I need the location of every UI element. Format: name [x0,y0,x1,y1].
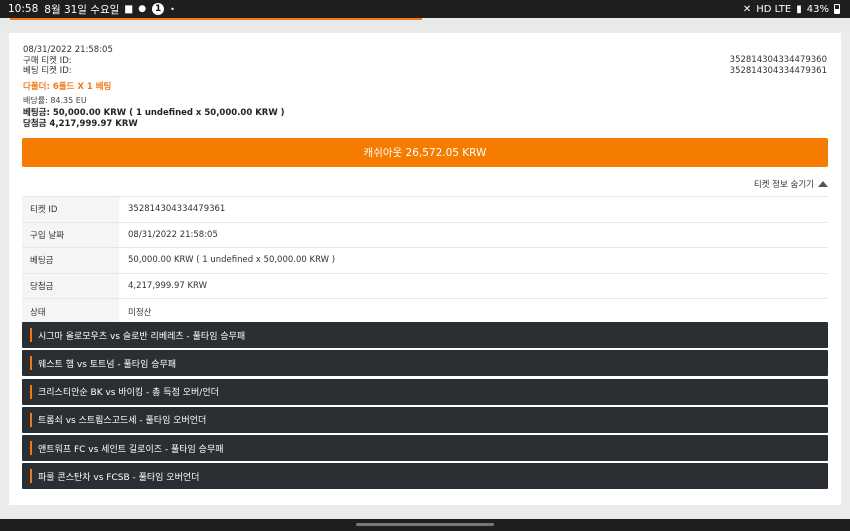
bet-id-label: 베팅 티켓 ID: [23,66,72,76]
table-row: 베팅금 50,000.00 KRW ( 1 undefined x 50,000… [22,247,828,273]
home-gesture-handle[interactable] [356,523,494,526]
cashout-button[interactable]: 캐쉬아웃 26,572.05 KRW [22,138,828,167]
notification-badge: 1 [152,3,165,15]
table-row: 티켓 ID 352814304334479361 [22,196,828,222]
match-accent [30,441,32,456]
more-notifications-icon: • [170,4,175,14]
clock: 10:58 [8,3,39,15]
chat-icon: ● [138,4,147,14]
purchase-id-value: 352814304334479360 [729,55,827,65]
table-row: 상태 미정산 [22,298,828,324]
mute-icon: ✕ [742,3,752,15]
detail-value: 4,217,999.97 KRW [119,272,828,299]
battery-icon [834,4,840,14]
match-list: 시그마 올로모우츠 vs 슬로반 리베레츠 - 풀타임 승무패 웨스트 햄 vs… [22,322,828,492]
ticket-meta: 08/31/2022 21:58:05 구매 티켓 ID: 베팅 티켓 ID: [23,45,113,77]
match-accent [30,412,32,427]
status-bar: 10:58 8월 31일 수요일 ▆ ● 1 • ✕ HD LTE ▮ 43% [0,0,850,18]
match-label: 웨스트 햄 vs 토트넘 - 풀타임 승무패 [38,359,177,370]
detail-value: 352814304334479361 [119,196,828,222]
combo-type: 다폴더: 6폴드 X 1 베팅 [23,82,112,92]
detail-key: 티켓 ID [22,196,119,222]
accent-bar [10,18,422,20]
match-label: 시그마 올로모우츠 vs 슬로반 리베레츠 - 풀타임 승무패 [38,331,246,342]
match-item[interactable]: 시그마 올로모우츠 vs 슬로반 리베레츠 - 풀타임 승무패 [22,322,828,348]
match-item[interactable]: 앤트워프 FC vs 세인트 길로이즈 - 풀타임 승무패 [22,435,828,462]
match-label: 파룰 콘스탄차 vs FCSB - 풀타임 오버언더 [38,472,200,483]
date: 8월 31일 수요일 [44,3,120,16]
match-item[interactable]: 파룰 콘스탄차 vs FCSB - 풀타임 오버언더 [22,463,828,490]
message-icon: ▆ [125,4,133,14]
network-indicator: HD LTE [756,3,792,15]
match-accent [30,328,32,342]
previous-card-edge [0,18,850,32]
hide-ticket-info-label: 티켓 정보 숨기기 [753,180,814,190]
match-accent [30,384,32,399]
purchase-id-label: 구매 티켓 ID: [23,55,72,66]
table-row: 구입 날짜 08/31/2022 21:58:05 [22,221,828,248]
detail-key: 상태 [22,298,119,324]
ticket-datetime: 08/31/2022 21:58:05 [23,45,113,55]
detail-key: 베팅금 [22,247,119,273]
match-label: 트롬쇠 vs 스트룀스고드세 - 풀타임 오버언더 [38,416,207,427]
match-label: 크리스티안순 BK vs 바이킹 - 총 득점 오버/언더 [38,388,219,399]
battery-level: 43% [806,3,829,15]
ticket-ids: 352814304334479360 352814304334479361 [730,55,827,76]
ticket-amounts: 베팅금: 50,000.00 KRW ( 1 undefined x 50,00… [23,108,285,129]
ticket-card: 08/31/2022 21:58:05 구매 티켓 ID: 베팅 티켓 ID: … [9,33,841,505]
match-item[interactable]: 크리스티안순 BK vs 바이킹 - 총 득점 오버/언더 [22,378,828,405]
chevron-up-icon [818,181,828,187]
match-item[interactable]: 웨스트 햄 vs 토트넘 - 풀타임 승무패 [22,350,828,377]
detail-value: 50,000.00 KRW ( 1 undefined x 50,000.00 … [119,247,828,273]
detail-key: 구입 날짜 [22,221,119,248]
ticket-details-table: 티켓 ID 352814304334479361 구입 날짜 08/31/202… [22,196,828,324]
detail-value: 미정산 [119,298,828,324]
payout-amount: 당첨금 4,217,999.97 KRW [23,118,138,129]
stake-amount: 베팅금: 50,000.00 KRW ( 1 undefined x 50,00… [23,108,285,118]
signal-icon: ▮ [796,3,802,15]
match-item[interactable]: 트롬쇠 vs 스트룀스고드세 - 풀타임 오버언더 [22,406,828,433]
detail-value: 08/31/2022 21:58:05 [119,221,828,248]
bet-id-value: 352814304334479361 [729,65,827,76]
hide-ticket-info-toggle[interactable]: 티켓 정보 숨기기 [754,178,828,190]
odds: 배당률: 84.35 EU [23,96,87,105]
table-row: 당첨금 4,217,999.97 KRW [22,272,828,299]
match-label: 앤트워프 FC vs 세인트 길로이즈 - 풀타임 승무패 [38,444,224,455]
match-accent [30,469,32,484]
detail-key: 당첨금 [22,272,119,299]
navigation-bar [0,519,850,531]
match-accent [30,356,32,371]
